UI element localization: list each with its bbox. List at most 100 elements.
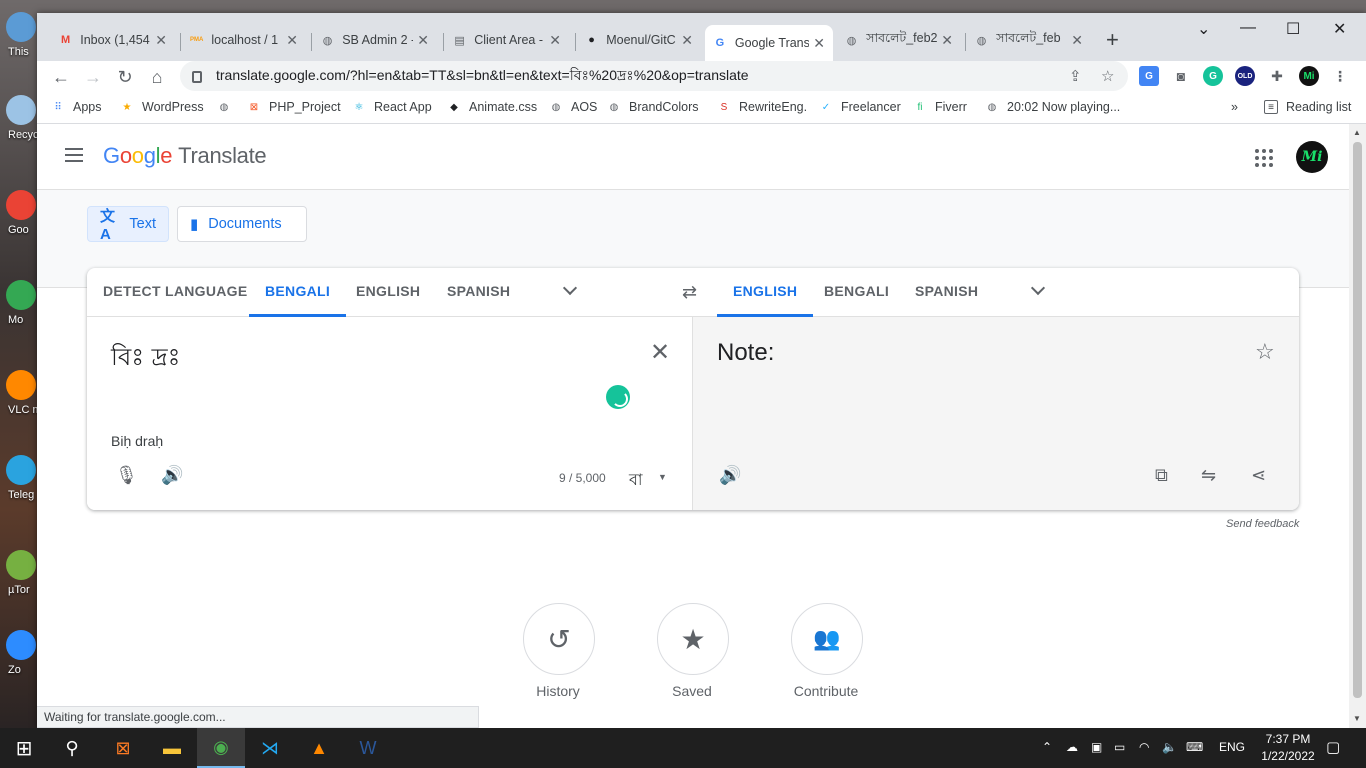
close-tab-icon[interactable]: ✕ xyxy=(681,32,693,49)
taskbar-file-explorer-icon[interactable]: ▬ xyxy=(148,728,196,768)
bookmark-item[interactable]: ⊠ PHP_Project xyxy=(247,100,341,114)
browser-tab[interactable]: M Inbox (1,454 ✕ xyxy=(51,25,175,55)
bookmark-item[interactable]: ◆ Animate.css xyxy=(447,100,537,114)
bookmark-item[interactable]: S RewriteEng. xyxy=(717,100,807,114)
desktop-shortcut[interactable]: Zo xyxy=(4,630,38,676)
url-text[interactable]: translate.google.com/?hl=en&tab=TT&sl=bn… xyxy=(216,64,749,88)
close-tab-icon[interactable]: ✕ xyxy=(286,32,298,49)
bookmark-item[interactable]: ◍ AOS xyxy=(549,100,598,114)
browser-tab[interactable]: ● Moenul/GitC ✕ xyxy=(577,25,701,55)
input-language[interactable]: ENG xyxy=(1219,740,1245,754)
main-menu-icon[interactable] xyxy=(65,148,83,162)
system-clock[interactable]: 7:37 PM 1/22/2022 xyxy=(1258,731,1318,765)
browser-tab[interactable]: ◍ সাবলেট_feb2 ✕ xyxy=(837,25,961,55)
bookmark-item[interactable]: ✓ Freelancer xyxy=(819,100,901,114)
share-translation-icon[interactable]: ⋖ xyxy=(1251,465,1266,486)
target-lang-english[interactable]: ENGLISH xyxy=(717,268,814,317)
close-window-button[interactable]: ✕ xyxy=(1333,19,1346,39)
reading-list-button[interactable]: ≡ Reading list xyxy=(1264,100,1351,114)
desktop-shortcut[interactable]: Goo xyxy=(4,190,38,236)
maximize-button[interactable]: ☐ xyxy=(1286,19,1300,39)
target-more-languages-icon[interactable] xyxy=(1031,283,1045,297)
taskbar-start-icon[interactable]: ⊞ xyxy=(0,728,48,768)
close-tab-icon[interactable]: ✕ xyxy=(417,32,429,49)
more-bookmarks-button[interactable]: » xyxy=(1231,100,1238,114)
swap-languages-icon[interactable]: ⇄ xyxy=(682,282,697,303)
bookmark-item[interactable]: ★ WordPress xyxy=(120,100,204,114)
close-tab-icon[interactable]: ✕ xyxy=(1071,32,1083,49)
close-tab-icon[interactable]: ✕ xyxy=(155,32,167,49)
desktop-shortcut[interactable]: Mo xyxy=(4,280,38,326)
bookmark-item[interactable]: ◍ xyxy=(217,100,239,114)
bookmark-star-icon[interactable]: ☆ xyxy=(1101,67,1114,85)
history-icon[interactable]: ↺ xyxy=(523,603,595,675)
copy-translation-icon[interactable]: ⧉ xyxy=(1155,465,1168,486)
history-label[interactable]: History xyxy=(508,683,608,699)
desktop-shortcut[interactable]: This xyxy=(4,12,38,58)
clear-source-icon[interactable]: ✕ xyxy=(650,341,670,365)
browser-tab[interactable]: ▤ Client Area - ✕ xyxy=(445,25,569,55)
google-apps-icon[interactable] xyxy=(1255,149,1273,167)
back-icon[interactable]: ← xyxy=(49,65,73,89)
saved-label[interactable]: Saved xyxy=(642,683,742,699)
target-listen-icon[interactable]: 🔊 xyxy=(719,465,741,486)
source-more-languages-icon[interactable] xyxy=(563,283,577,297)
scroll-up-icon[interactable]: ▲ xyxy=(1353,128,1361,137)
bookmark-item[interactable]: fi Fiverr xyxy=(913,100,967,114)
notifications-icon[interactable]: ▢ xyxy=(1326,738,1340,756)
onedrive-icon[interactable]: ☁ xyxy=(1066,740,1078,754)
send-feedback-link[interactable]: Send feedback xyxy=(1226,518,1299,530)
taskbar-xampp-icon[interactable]: ⊠ xyxy=(99,728,147,768)
google-translate-logo[interactable]: Google Translate xyxy=(103,143,267,169)
save-translation-star-icon[interactable]: ☆ xyxy=(1255,339,1275,365)
close-tab-icon[interactable]: ✕ xyxy=(549,32,561,49)
home-icon[interactable]: ⌂ xyxy=(145,65,169,89)
old-extension-icon[interactable]: OLD xyxy=(1235,66,1255,86)
source-listen-icon[interactable]: 🔊 xyxy=(161,465,183,486)
browser-tab[interactable]: PMA localhost / 1 ✕ xyxy=(182,25,306,55)
grammarly-extension-icon[interactable]: G xyxy=(1203,66,1223,86)
bookmark-item[interactable]: ◍ 20:02 Now playing... xyxy=(985,100,1121,114)
desktop-shortcut[interactable]: Teleg xyxy=(4,455,38,501)
text-mode-button[interactable]: 文A Text xyxy=(87,206,169,243)
browser-tab[interactable]: ◍ SB Admin 2 - ✕ xyxy=(313,25,437,55)
taskbar-vscode-icon[interactable]: ⋊ xyxy=(246,728,294,768)
touch-keyboard-icon[interactable]: ⌨ xyxy=(1186,740,1203,754)
camera-extension-icon[interactable]: ◙ xyxy=(1171,66,1191,86)
taskbar-word-icon[interactable]: W xyxy=(344,728,392,768)
lock-icon[interactable] xyxy=(192,71,202,83)
page-scrollbar[interactable]: ▲ ▼ xyxy=(1349,124,1366,728)
taskbar-search-icon[interactable]: ⚲ xyxy=(48,728,96,768)
target-lang-bengali[interactable]: BENGALI xyxy=(808,268,905,317)
contribute-people-icon[interactable]: 👥 xyxy=(791,603,863,675)
chrome-menu-icon[interactable]: ⋮ xyxy=(1330,66,1350,86)
bookmark-item[interactable]: ⠿ Apps xyxy=(51,100,101,114)
minimize-button[interactable]: — xyxy=(1240,19,1256,37)
share-icon[interactable]: ⇪ xyxy=(1069,67,1082,85)
taskbar-chrome-icon[interactable]: ◉ xyxy=(197,728,245,768)
input-tools-caret-icon[interactable]: ▼ xyxy=(658,472,667,482)
new-tab-button[interactable]: + xyxy=(1106,27,1119,53)
extensions-puzzle-icon[interactable]: ✚ xyxy=(1267,66,1287,86)
tab-search-icon[interactable]: ⌄ xyxy=(1197,19,1210,39)
profile-avatar-icon[interactable]: Mi xyxy=(1299,66,1319,86)
reload-icon[interactable]: ↻ xyxy=(113,65,137,89)
browser-tab[interactable]: ◍ সাবলেট_feb ✕ xyxy=(967,25,1091,55)
show-hidden-icons[interactable]: ⌃ xyxy=(1042,740,1052,754)
desktop-shortcut[interactable]: VLC m xyxy=(4,370,42,416)
battery-icon[interactable]: ▭ xyxy=(1114,740,1125,754)
close-tab-icon[interactable]: ✕ xyxy=(941,32,953,49)
source-lang-detect[interactable]: DETECT LANGUAGE xyxy=(87,268,264,317)
browser-tab[interactable]: G Google Trans ✕ xyxy=(705,25,833,61)
google-translate-extension-icon[interactable]: G xyxy=(1139,66,1159,86)
account-avatar[interactable]: Mi xyxy=(1296,141,1328,173)
source-lang-bengali[interactable]: BENGALI xyxy=(249,268,347,317)
bookmark-item[interactable]: ◍ BrandColors xyxy=(607,100,699,114)
wifi-icon[interactable]: ◠ xyxy=(1139,740,1149,754)
target-lang-spanish[interactable]: SPANISH xyxy=(899,268,994,317)
meet-now-icon[interactable]: ▣ xyxy=(1091,740,1102,754)
bookmark-item[interactable]: ⚛ React App xyxy=(352,100,432,114)
scrollbar-thumb[interactable] xyxy=(1353,142,1362,698)
grammarly-spinner-icon[interactable] xyxy=(606,385,630,409)
source-lang-spanish[interactable]: SPANISH xyxy=(431,268,526,317)
